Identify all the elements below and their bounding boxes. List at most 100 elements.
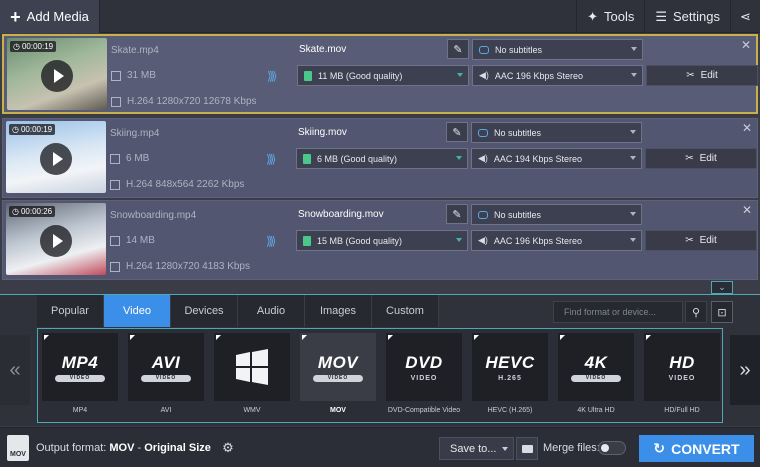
remove-file-icon[interactable]: ✕	[741, 38, 751, 52]
video-thumbnail[interactable]: ◷ 00:00:19	[6, 121, 106, 193]
file-row[interactable]: ◷ 00:00:19 Skiing.mp4 6 MB H.264 848x564…	[2, 118, 758, 198]
format-search-input[interactable]: Find format or device...	[553, 301, 683, 323]
speaker-icon: ◀)	[478, 235, 488, 245]
share-button[interactable]: ⋖	[730, 0, 760, 33]
rename-button[interactable]: ✎	[446, 122, 468, 142]
audio-text: AAC 196 Kbps Stereo	[493, 235, 582, 246]
output-size-text: 11 MB (Good quality)	[318, 70, 403, 81]
preset-4k[interactable]: 4K VIDEO 4K Ultra HD	[558, 333, 634, 419]
scissors-icon: ✂	[685, 153, 694, 164]
play-icon[interactable]	[41, 60, 73, 92]
film-icon	[110, 261, 120, 272]
preset-caption: WMV	[243, 407, 261, 414]
tab-popular[interactable]: Popular	[37, 295, 104, 327]
output-file-name: Skiing.mov	[298, 127, 347, 138]
preset-logo-sub: VIDEO	[410, 374, 438, 382]
search-button[interactable]: ⚲	[685, 301, 707, 323]
output-size-dropdown[interactable]: 15 MB (Good quality)	[296, 230, 468, 251]
source-size-text: 6 MB	[126, 153, 150, 164]
open-folder-button[interactable]	[516, 437, 538, 460]
edit-button[interactable]: ✂ Edit	[645, 148, 757, 169]
tab-video[interactable]: Video	[104, 295, 171, 327]
tab-devices[interactable]: Devices	[171, 295, 238, 327]
remove-file-icon[interactable]: ✕	[742, 121, 752, 135]
chevron-down-icon	[631, 47, 637, 51]
mp4-icon: MP4 VIDEO	[42, 333, 118, 401]
file-row[interactable]: ◷ 00:00:19 Skate.mp4 31 MB H.264 1280x72…	[2, 34, 758, 114]
audio-dropdown[interactable]: ◀) AAC 196 Kbps Stereo	[472, 65, 643, 86]
subtitles-text: No subtitles	[495, 44, 543, 55]
output-settings-button[interactable]: ⚙	[218, 438, 238, 458]
save-to-dropdown[interactable]: Save to...	[439, 437, 514, 460]
folder-icon	[521, 444, 533, 453]
refresh-icon: ↻	[653, 440, 666, 456]
chevron-left-icon: «	[9, 358, 21, 381]
preset-logo-sub: H.265	[498, 374, 522, 382]
audio-dropdown[interactable]: ◀) AAC 196 Kbps Stereo	[471, 230, 642, 251]
tools-label: Tools	[604, 9, 635, 24]
output-size-dropdown[interactable]: 11 MB (Good quality)	[297, 65, 469, 86]
chevron-down-icon	[630, 130, 636, 134]
preset-dvd[interactable]: DVD VIDEO DVD-Compatible Video	[386, 333, 462, 419]
output-format-text[interactable]: Output format: MOV - Original Size	[36, 442, 211, 454]
scissors-icon: ✂	[685, 235, 694, 246]
preset-caption: DVD-Compatible Video	[387, 407, 461, 414]
preset-mp4[interactable]: MP4 VIDEO MP4	[42, 333, 118, 419]
rename-button[interactable]: ✎	[446, 204, 468, 224]
file-row[interactable]: ◷ 00:00:26 Snowboarding.mp4 14 MB H.264 …	[2, 200, 758, 280]
detect-format-button[interactable]: ⊡	[711, 301, 733, 323]
settings-label: Settings	[673, 9, 720, 24]
collapse-panel-button[interactable]: ⌄	[711, 281, 733, 294]
edit-label: Edit	[699, 153, 717, 164]
duration-text: 00:00:19	[21, 42, 54, 51]
chevron-down-icon	[502, 447, 508, 451]
play-icon[interactable]	[40, 225, 72, 257]
output-size-text: 15 MB (Good quality)	[317, 235, 403, 246]
edit-button[interactable]: ✂ Edit	[646, 65, 758, 86]
source-file-name: Snowboarding.mp4	[110, 210, 197, 221]
film-icon	[110, 179, 120, 190]
source-size: 31 MB	[111, 70, 156, 81]
source-codec: H.264 848x564 2262 Kbps	[110, 179, 244, 190]
tab-custom[interactable]: Custom	[372, 295, 439, 327]
preset-mov[interactable]: MOV VIDEO MOV	[300, 333, 376, 419]
preset-wmv[interactable]: WMV	[214, 333, 290, 419]
audio-dropdown[interactable]: ◀) AAC 194 Kbps Stereo	[471, 148, 642, 169]
edit-button[interactable]: ✂ Edit	[645, 230, 757, 251]
output-size-dropdown[interactable]: 6 MB (Good quality)	[296, 148, 468, 169]
preset-hd[interactable]: HD VIDEO HD/Full HD	[644, 333, 720, 419]
duration-badge: ◷ 00:00:19	[10, 41, 57, 52]
chevron-down-icon	[456, 238, 462, 242]
output-format-file-icon: MOV	[7, 435, 29, 461]
presets-next-button[interactable]: »	[730, 335, 760, 405]
preset-caption: HEVC (H.265)	[487, 407, 533, 414]
remove-file-icon[interactable]: ✕	[742, 203, 752, 217]
speaker-icon: ◀)	[478, 153, 488, 163]
rename-button[interactable]: ✎	[447, 39, 469, 59]
play-icon[interactable]	[40, 143, 72, 175]
add-media-button[interactable]: + Add Media	[0, 0, 100, 33]
format-search-icon: ⊡	[717, 306, 727, 319]
video-thumbnail[interactable]: ◷ 00:00:26	[6, 203, 106, 275]
merge-files-toggle[interactable]	[598, 441, 626, 455]
windows-logo-icon	[236, 349, 268, 385]
hevc-icon: HEVC H.265	[472, 333, 548, 401]
video-thumbnail[interactable]: ◷ 00:00:19	[7, 38, 107, 110]
tab-images[interactable]: Images	[305, 295, 372, 327]
settings-button[interactable]: ☰ Settings	[644, 0, 730, 33]
preset-hevc[interactable]: HEVC H.265 HEVC (H.265)	[472, 333, 548, 419]
tab-audio[interactable]: Audio	[238, 295, 305, 327]
tools-button[interactable]: ✦ Tools	[576, 0, 644, 33]
preset-avi[interactable]: AVI VIDEO AVI	[128, 333, 204, 419]
convert-button[interactable]: ↻ CONVERT	[639, 435, 754, 462]
subtitles-dropdown[interactable]: No subtitles	[471, 122, 642, 143]
plus-icon: +	[10, 6, 21, 27]
presets-prev-button[interactable]: «	[0, 335, 30, 405]
source-codec-text: H.264 1280x720 12678 Kbps	[127, 96, 257, 107]
subtitles-dropdown[interactable]: No subtitles	[472, 39, 643, 60]
output-format-separator: -	[137, 442, 142, 454]
subtitles-dropdown[interactable]: No subtitles	[471, 204, 642, 225]
hamburger-icon: ☰	[655, 8, 668, 24]
convert-arrow-icon: ⟫⟫	[266, 234, 277, 248]
source-size: 14 MB	[110, 235, 155, 246]
